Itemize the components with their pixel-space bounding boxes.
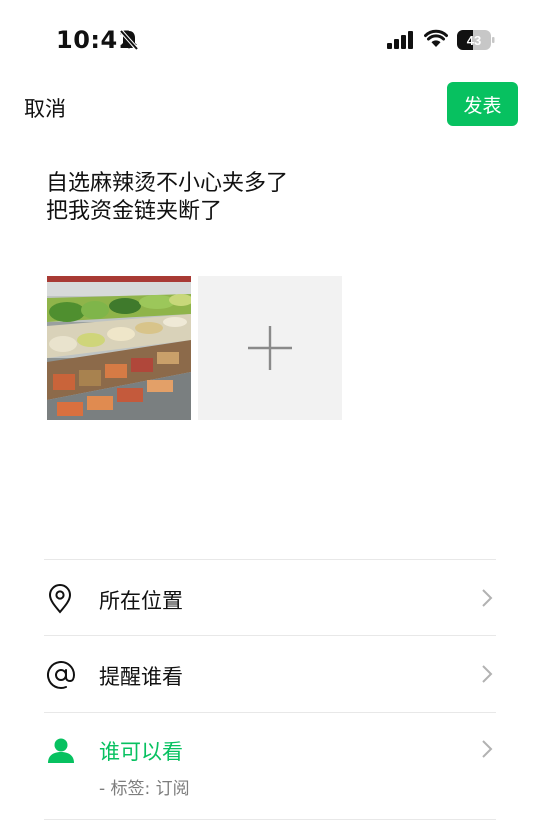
battery-level-text: 43 [467, 33, 481, 48]
publish-button[interactable]: 发表 [447, 82, 518, 126]
visibility-label: 谁可以看 [99, 740, 183, 764]
person-icon [46, 737, 76, 767]
bell-slash-icon [119, 29, 139, 55]
mention-label: 提醒谁看 [99, 665, 183, 689]
location-pin-icon [46, 584, 74, 618]
wifi-icon [424, 29, 448, 53]
status-bar: 10:41 43 [0, 0, 540, 80]
photo-thumbnail[interactable] [47, 276, 191, 420]
nav-bar: 取消 发表 [0, 80, 540, 130]
cancel-button[interactable]: 取消 [24, 93, 66, 123]
mention-row[interactable]: 提醒谁看 [0, 636, 540, 712]
chevron-right-icon [481, 664, 493, 688]
add-photo-button[interactable] [198, 276, 342, 420]
location-label: 所在位置 [99, 589, 183, 613]
at-icon [46, 660, 76, 694]
post-text-line: 自选麻辣烫不小心夹多了 [46, 171, 289, 196]
visibility-sublabel: - 标签: 订阅 [99, 779, 190, 799]
post-text-input[interactable]: 自选麻辣烫不小心夹多了 把我资金链夹断了 [46, 170, 506, 226]
plus-icon [248, 326, 292, 370]
visibility-row[interactable]: 谁可以看 - 标签: 订阅 [0, 713, 540, 819]
divider [44, 819, 496, 820]
location-row[interactable]: 所在位置 [0, 560, 540, 635]
chevron-right-icon [481, 739, 493, 763]
battery-icon: 43 [457, 30, 495, 54]
chevron-right-icon [481, 588, 493, 612]
post-text-line: 把我资金链夹断了 [46, 199, 223, 224]
signal-icon [387, 31, 415, 53]
